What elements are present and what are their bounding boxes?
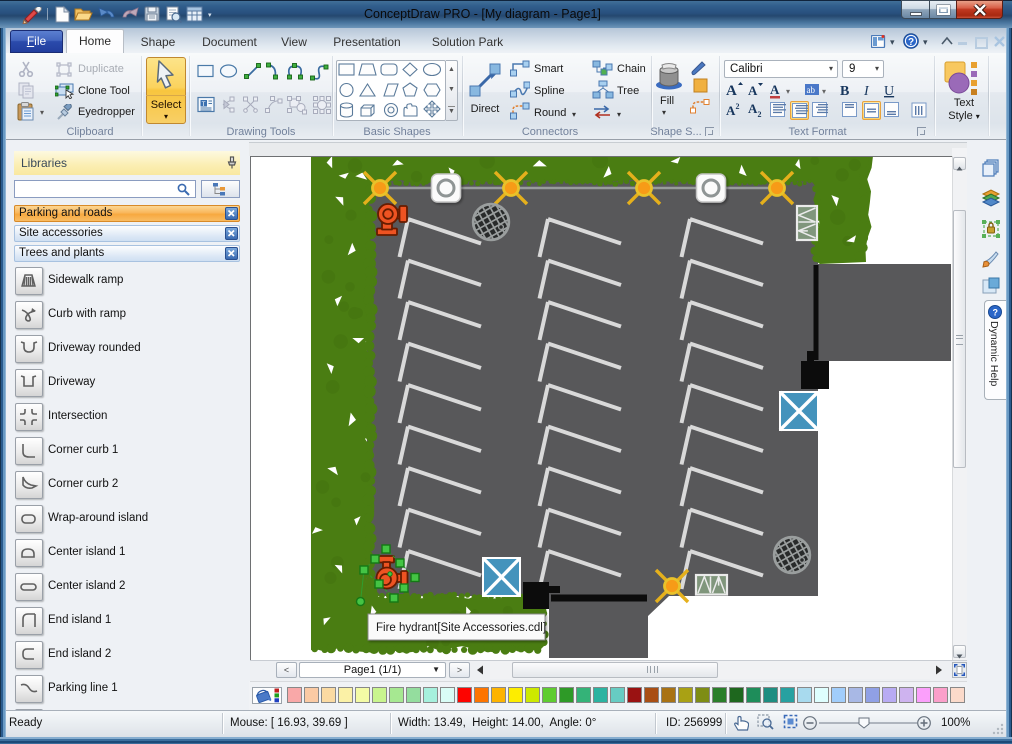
- svg-text:?: ?: [908, 37, 914, 48]
